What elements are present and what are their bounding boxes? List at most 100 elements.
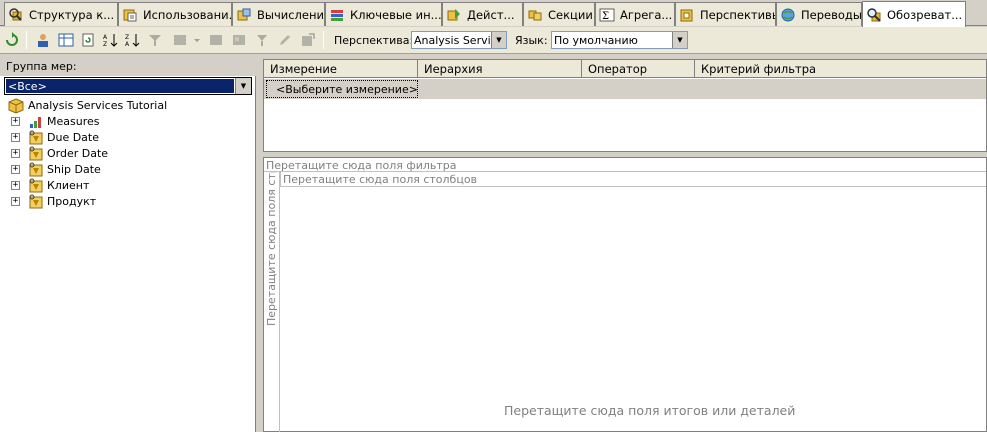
browser-icon <box>866 7 882 23</box>
partitions-icon <box>527 7 543 23</box>
export-button[interactable] <box>300 32 316 48</box>
pencil-icon <box>280 35 290 45</box>
tree-item-due-date[interactable]: + Due Date <box>0 130 256 146</box>
select-dimension-cell[interactable]: <Выберите измерение> <box>266 80 418 98</box>
perspectives-icon <box>679 7 695 23</box>
expand-icon[interactable]: + <box>11 181 20 190</box>
filter-drop-zone[interactable]: Перетащите сюда поля фильтра <box>264 158 986 172</box>
actions-icon <box>446 7 462 23</box>
tree-item-label: Продукт <box>47 195 97 208</box>
tree-item-order-date[interactable]: + Order Date <box>0 146 256 162</box>
tab-cube-structure[interactable]: Структура к... <box>4 2 118 26</box>
dimension-icon <box>28 178 44 194</box>
chevron-down-icon[interactable]: ▼ <box>491 32 506 48</box>
tree-item-label: Ship Date <box>47 163 101 176</box>
drillthrough-button[interactable] <box>254 32 270 48</box>
tab-aggregations[interactable]: Σ Агрега... <box>595 2 675 26</box>
tree-root[interactable]: Analysis Services Tutorial <box>0 98 256 114</box>
refresh-button[interactable] <box>80 32 96 48</box>
tab-partitions[interactable]: Секции <box>523 2 595 26</box>
sort-descending-button[interactable]: ZA <box>124 32 140 48</box>
tree-item-label: Order Date <box>47 147 109 160</box>
dimension-icon <box>28 130 44 146</box>
cube-icon <box>8 98 24 114</box>
cube-usage-icon <box>122 7 138 23</box>
sort-descending-icon: ZA <box>125 34 140 48</box>
translations-icon <box>780 7 796 23</box>
header-filter-expression[interactable]: Критерий фильтра <box>695 60 986 78</box>
vertical-splitter[interactable] <box>257 56 262 432</box>
drill-icon <box>257 35 267 46</box>
tree-item-label: Due Date <box>47 131 99 144</box>
chevron-down-icon[interactable]: ▼ <box>235 78 251 94</box>
tab-kpis[interactable]: Ключевые ин... <box>325 2 442 26</box>
tree-item-ship-date[interactable]: + Ship Date <box>0 162 256 178</box>
tab-label: Переводы <box>801 7 862 22</box>
layout-button[interactable] <box>231 32 247 48</box>
tree-item-product[interactable]: + Продукт <box>0 194 256 210</box>
expand-icon[interactable]: + <box>11 197 20 206</box>
chevron-down-icon[interactable]: ▼ <box>672 32 687 48</box>
filter-button[interactable] <box>147 32 163 48</box>
tab-actions[interactable]: Дейст... <box>442 2 523 26</box>
svg-text:Z: Z <box>125 34 129 41</box>
reconnect-button[interactable] <box>4 32 20 48</box>
tab-label: Вычисления <box>257 7 325 22</box>
tab-translations[interactable]: Переводы <box>776 2 862 26</box>
expand-icon[interactable]: + <box>11 165 20 174</box>
kpi-icon <box>329 7 345 23</box>
language-label: Язык: <box>515 34 548 47</box>
sort-ascending-icon: AZ <box>103 34 118 48</box>
dimension-icon <box>28 162 44 178</box>
tree-root-label: Analysis Services Tutorial <box>28 99 168 112</box>
totals-drop-zone[interactable]: Перетащите сюда поля итогов или деталей <box>504 403 795 418</box>
layout-icon <box>233 35 245 45</box>
measures-icon <box>28 114 44 130</box>
row-drop-zone[interactable]: Перетащите сюда поля строк <box>264 172 280 432</box>
toolbar-separator <box>323 31 324 49</box>
tab-label: Структура к... <box>29 7 115 22</box>
tab-browser[interactable]: Обозреват... <box>862 1 966 27</box>
measure-group-label: Группа мер: <box>0 56 256 76</box>
svg-text:A: A <box>125 41 130 48</box>
tab-calculations[interactable]: Вычисления <box>232 2 325 26</box>
tab-perspectives[interactable]: Перспективы <box>675 2 776 26</box>
group-dropdown-button[interactable] <box>172 32 188 48</box>
export-icon <box>302 33 315 46</box>
reconnect-icon <box>6 32 18 46</box>
tab-dimension-usage[interactable]: Использовани... <box>118 2 232 26</box>
column-drop-zone[interactable]: Перетащите сюда поля столбцов <box>280 172 986 187</box>
expand-icon[interactable]: + <box>11 149 20 158</box>
language-dropdown[interactable]: По умолчанию ▼ <box>551 31 688 49</box>
dropdown-arrow-icon[interactable] <box>193 32 201 48</box>
tree-item-customer[interactable]: + Клиент <box>0 178 256 194</box>
tree-item-measures[interactable]: + Measures <box>0 114 256 130</box>
row-drop-zone-label: Перетащите сюда поля строк <box>265 172 278 326</box>
dimension-icon <box>28 194 44 210</box>
tab-label: Использовани... <box>143 7 232 22</box>
language-value: По умолчанию <box>554 33 638 47</box>
tab-label: Обозреват... <box>887 7 963 22</box>
edit-button[interactable] <box>277 32 293 48</box>
show-empty-cells-button[interactable] <box>58 32 74 48</box>
tab-label: Дейст... <box>467 7 515 22</box>
filter-icon <box>149 35 161 46</box>
measure-group-dropdown[interactable]: <Все> ▼ <box>4 77 252 95</box>
header-hierarchy[interactable]: Иерархия <box>418 60 582 78</box>
metadata-panel: Группа мер: <Все> ▼ Analysis Services Tu… <box>0 56 256 432</box>
move-button[interactable] <box>208 32 224 48</box>
grid-icon <box>58 33 74 47</box>
tab-label: Ключевые ин... <box>350 7 442 22</box>
pivot-table-area: Перетащите сюда поля фильтра Перетащите … <box>263 157 987 432</box>
move-icon <box>210 35 222 45</box>
header-operator[interactable]: Оператор <box>582 60 695 78</box>
tree-item-label: Measures <box>47 115 100 128</box>
sort-ascending-button[interactable]: AZ <box>102 32 118 48</box>
perspective-dropdown[interactable]: Analysis Services Tutorial ▼ <box>411 31 507 49</box>
expand-icon[interactable]: + <box>11 133 20 142</box>
header-dimension[interactable]: Измерение <box>264 60 418 78</box>
user-icon <box>38 34 48 47</box>
expand-icon[interactable]: + <box>11 117 20 126</box>
group-icon <box>174 35 186 45</box>
change-user-button[interactable] <box>35 32 51 48</box>
